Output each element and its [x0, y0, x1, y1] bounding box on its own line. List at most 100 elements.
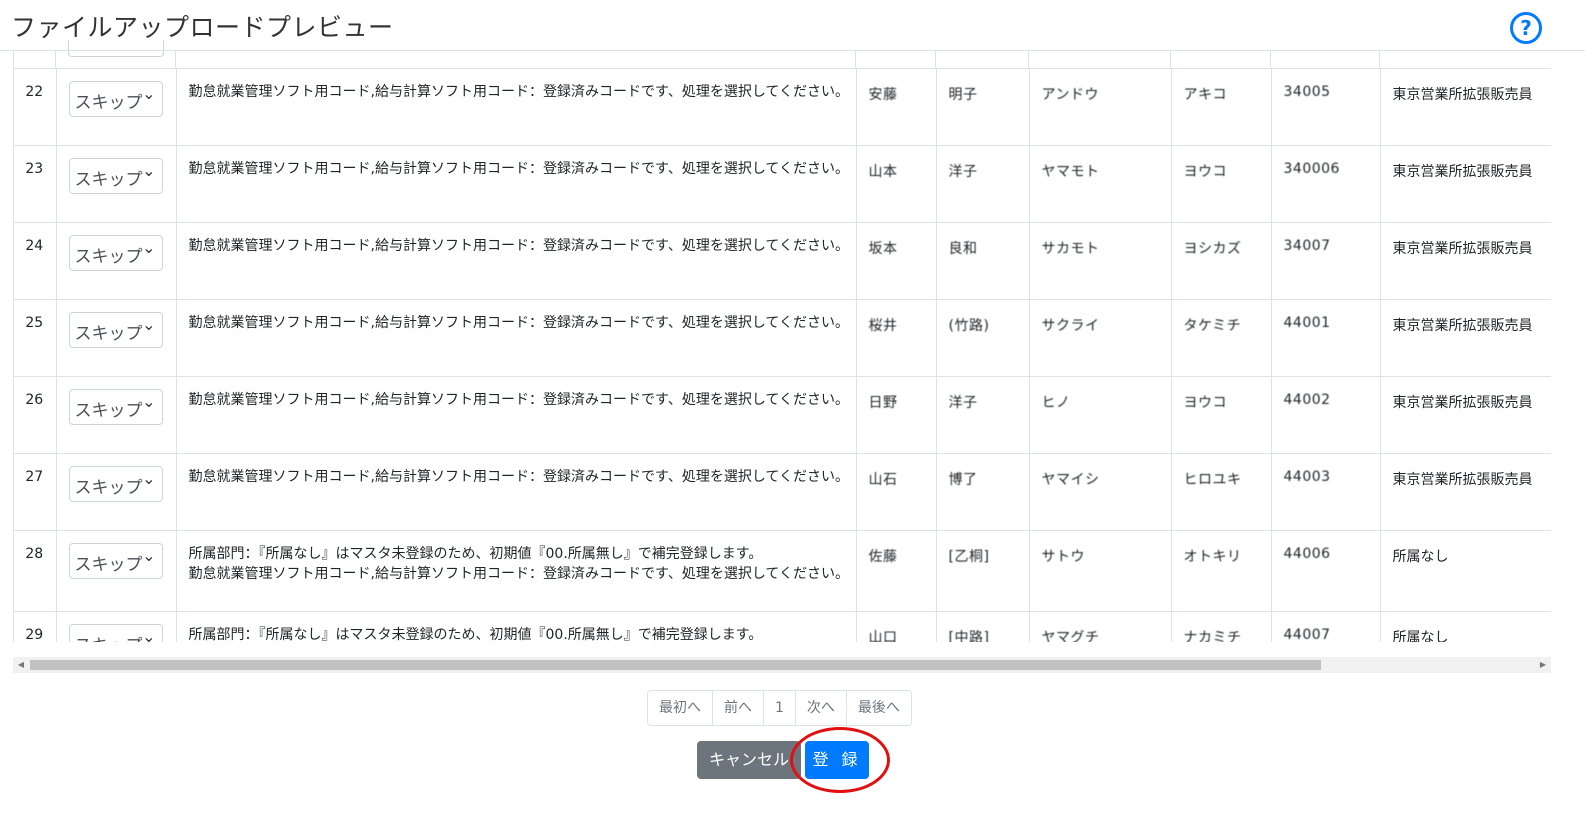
validation-message: 勤怠就業管理ソフト用コード,給与計算ソフト用コード：登録済みコードです、処理を選… [188, 238, 850, 254]
column-divider [175, 50, 176, 68]
row-number: 27 [13, 453, 57, 531]
last-kana-cell: ヤマイシ [1028, 453, 1172, 531]
column-divider [55, 50, 56, 68]
page-title: ファイルアップロードプレビュー [11, 13, 394, 42]
employee-code-cell: 44001 [1270, 299, 1381, 377]
first-kana-cell: ナカミチ [1170, 611, 1272, 642]
validation-message: 勤怠就業管理ソフト用コード,給与計算ソフト用コード：登録済みコードです、処理を選… [188, 315, 850, 331]
action-select[interactable]: スキップ⌄ [68, 624, 163, 642]
scrollbar-thumb[interactable] [30, 660, 1321, 670]
action-cell: スキップ⌄ [55, 68, 177, 146]
table-row: 26 スキップ ⌄ 勤怠就業管理ソフト用コード,給与計算ソフト用コード：登録済みコード… [13, 376, 1551, 454]
first-name-cell: (竹路) [935, 299, 1030, 377]
table-row: 28 スキップ ⌄ 所属部門：『所属なし』はマスタ未登録のため、初期値『00.所属無し… [13, 530, 1551, 612]
last-name-cell: 日野 [855, 376, 937, 454]
action-cell: スキップ⌄ [55, 453, 177, 531]
last-name-cell: 佐藤 [855, 530, 937, 612]
action-cell: スキップ⌄ [55, 530, 177, 612]
chevron-down-icon: ⌄ [142, 238, 156, 257]
message-cell: 勤怠就業管理ソフト用コード,給与計算ソフト用コード：登録済みコードです、処理を選… [175, 376, 857, 454]
last-name-cell: 山石 [855, 453, 937, 531]
department-cell: 東京営業所拡張販売員 [1379, 145, 1551, 223]
scroll-right-arrow-icon[interactable]: ▶ [1535, 657, 1551, 673]
first-name-cell: 洋子 [935, 145, 1030, 223]
action-select-value: スキップ [74, 324, 143, 344]
first-name-cell: 博了 [935, 453, 1030, 531]
pagination-next[interactable]: 次へ [794, 691, 846, 725]
column-divider [1379, 50, 1380, 68]
scroll-left-arrow-icon[interactable]: ◀ [13, 657, 29, 673]
row-number: 28 [13, 530, 57, 612]
preview-table: 22 スキップ ⌄ 勤怠就業管理ソフト用コード,給与計算ソフト用コード：登録済みコード… [13, 68, 1551, 642]
row-number: 29 [13, 611, 57, 642]
last-kana-cell: ヤマモト [1028, 145, 1172, 223]
action-select[interactable]: スキップ⌄ [68, 235, 163, 271]
action-select-value: スキップ [74, 170, 143, 190]
row-number: 24 [13, 222, 57, 300]
validation-message: 勤怠就業管理ソフト用コード,給与計算ソフト用コード：登録済みコードです、処理を選… [188, 566, 850, 582]
first-name-cell: [乙桐] [935, 530, 1030, 612]
cancel-button[interactable]: キャンセル [697, 741, 801, 779]
first-kana-cell: ヒロユキ [1170, 453, 1272, 531]
last-name-cell: 山口 [855, 611, 937, 642]
table-row: 29 スキップ⌄ 所属部門：『所属なし』はマスタ未登録のため、初期値『00.所属無し… [13, 611, 1551, 642]
column-divider [1170, 50, 1171, 68]
department-cell: 所属なし [1379, 530, 1551, 612]
chevron-down-icon: ⌄ [142, 161, 156, 180]
action-select[interactable]: スキップ⌄ [68, 466, 163, 502]
table-row: 27 スキップ ⌄ 勤怠就業管理ソフト用コード,給与計算ソフト用コード：登録済みコード… [13, 453, 1551, 531]
action-cell: スキップ⌄ [55, 145, 177, 223]
employee-code-cell: 44006 [1270, 530, 1381, 612]
action-cell: スキップ⌄ [55, 376, 177, 454]
validation-message: 所属部門：『所属なし』はマスタ未登録のため、初期値『00.所属無し』で補完登録し… [188, 546, 763, 562]
department-cell: 東京営業所拡張販売員 [1379, 376, 1551, 454]
question-circle-icon[interactable]: ? [1510, 12, 1542, 44]
validation-message: 勤怠就業管理ソフト用コード,給与計算ソフト用コード：登録済みコードです、処理を選… [188, 161, 850, 177]
register-button[interactable]: 登 録 [805, 741, 869, 779]
action-select-value: スキップ [74, 478, 143, 498]
department-cell: 所属なし [1379, 611, 1551, 642]
first-name-cell: 良和 [935, 222, 1030, 300]
chevron-down-icon: ⌄ [142, 84, 156, 103]
message-cell: 勤怠就業管理ソフト用コード,給与計算ソフト用コード：登録済みコードです、処理を選… [175, 222, 857, 300]
department-cell: 東京営業所拡張販売員 [1379, 299, 1551, 377]
employee-code-cell: 340006 [1270, 145, 1381, 223]
row-number: 26 [13, 376, 57, 454]
last-name-cell: 坂本 [855, 222, 937, 300]
employee-code-cell: 44007 [1270, 611, 1381, 642]
last-kana-cell: アンドウ [1028, 68, 1172, 146]
horizontal-scrollbar[interactable]: ◀ ▶ [13, 657, 1551, 673]
validation-message: 勤怠就業管理ソフト用コード,給与計算ソフト用コード：登録済みコードです、処理を選… [188, 469, 850, 485]
employee-code-cell: 44003 [1270, 453, 1381, 531]
column-divider [1028, 50, 1029, 68]
table-row: 25 スキップ ⌄ 勤怠就業管理ソフト用コード,給与計算ソフト用コード：登録済みコード… [13, 299, 1551, 377]
first-kana-cell: アキコ [1170, 68, 1272, 146]
action-select[interactable]: スキップ⌄ [68, 81, 163, 117]
chevron-down-icon: ⌄ [142, 627, 156, 642]
pagination-first[interactable]: 最初へ [648, 691, 712, 725]
last-name-cell: 桜井 [855, 299, 937, 377]
pagination-last[interactable]: 最後へ [845, 691, 911, 725]
last-kana-cell: ヒノ [1028, 376, 1172, 454]
pagination-current-page[interactable]: 1 [763, 691, 795, 725]
action-select-value: スキップ [75, 631, 143, 642]
message-cell: 勤怠就業管理ソフト用コード,給与計算ソフト用コード：登録済みコードです、処理を選… [175, 68, 857, 146]
action-select[interactable]: スキップ⌄ [68, 389, 163, 425]
message-cell: 勤怠就業管理ソフト用コード,給与計算ソフト用コード：登録済みコードです、処理を選… [175, 453, 857, 531]
last-kana-cell: サカモト [1028, 222, 1172, 300]
action-select-value: スキップ [74, 93, 143, 113]
first-name-cell: [中路] [935, 611, 1030, 642]
table-row: 23 スキップ ⌄ 勤怠就業管理ソフト用コード,給与計算ソフト用コード：登録済みコード… [13, 145, 1551, 223]
action-select[interactable]: スキップ⌄ [68, 312, 163, 348]
first-kana-cell: ヨウコ [1170, 376, 1272, 454]
last-name-cell: 山本 [855, 145, 937, 223]
pagination-prev[interactable]: 前へ [712, 691, 763, 725]
first-name-cell: 洋子 [935, 376, 1030, 454]
action-select[interactable]: スキップ⌄ [68, 543, 163, 579]
first-kana-cell: タケミチ [1170, 299, 1272, 377]
preview-table-container: 22 スキップ ⌄ 勤怠就業管理ソフト用コード,給与計算ソフト用コード：登録済みコード… [13, 50, 1551, 642]
chevron-down-icon: ⌄ [142, 392, 156, 411]
last-name-cell: 安藤 [855, 68, 937, 146]
action-select[interactable]: スキップ⌄ [68, 158, 163, 194]
department-cell: 東京営業所拡張販売員 [1379, 453, 1551, 531]
